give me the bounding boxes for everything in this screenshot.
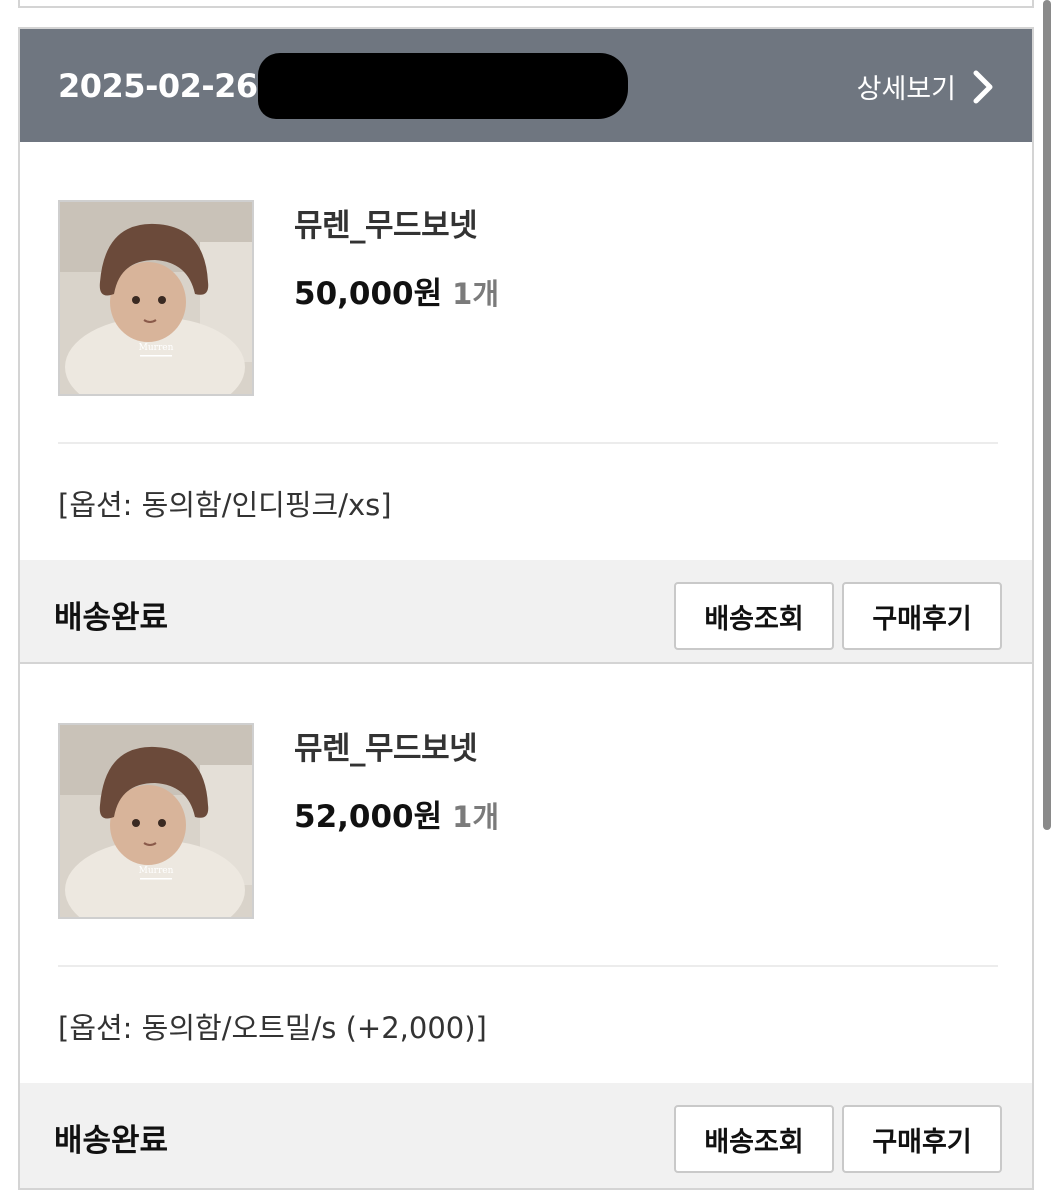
product-thumbnail[interactable]: Murren xyxy=(58,200,254,396)
view-details-label: 상세보기 xyxy=(856,74,956,105)
view-details-link[interactable]: 상세보기 xyxy=(857,67,998,106)
delivery-status-bar: 배송완료 배송조회 구매후기 xyxy=(20,560,1032,664)
previous-order-card-edge xyxy=(18,0,1034,8)
redacted-area xyxy=(258,53,628,119)
product-quantity: 1개 xyxy=(452,277,500,311)
item-divider xyxy=(58,965,998,967)
price-row: 50,000원 1개 xyxy=(294,268,499,313)
photo-watermark: Murren xyxy=(139,343,174,353)
product-photo: Murren xyxy=(60,725,252,917)
product-photo: Murren xyxy=(60,202,252,394)
item-divider xyxy=(58,442,998,444)
price-row: 52,000원 1개 xyxy=(294,791,499,836)
product-price: 50,000원 xyxy=(294,276,443,312)
order-header: 2025-02-26 ( 상세보기 xyxy=(20,29,1032,142)
delivery-status: 배송완료 xyxy=(54,600,169,636)
delivery-status-bar: 배송완료 배송조회 구매후기 xyxy=(20,1083,1032,1188)
delivery-status: 배송완료 xyxy=(54,1123,169,1159)
order-date: 2025-02-26 ( xyxy=(58,67,283,105)
product-quantity: 1개 xyxy=(452,800,500,834)
track-delivery-button[interactable]: 배송조회 xyxy=(674,1105,834,1173)
scrollbar[interactable] xyxy=(1039,0,1055,1200)
write-review-button[interactable]: 구매후기 xyxy=(842,582,1002,650)
product-option: [옵션: 동의함/인디핑크/xs] xyxy=(58,488,392,522)
scrollbar-thumb[interactable] xyxy=(1043,0,1051,830)
chevron-right-icon xyxy=(973,70,993,103)
write-review-button[interactable]: 구매후기 xyxy=(842,1105,1002,1173)
product-name[interactable]: 뮤렌_무드보넷 xyxy=(294,200,478,245)
order-card: 2025-02-26 ( 상세보기 Murren 뮤렌_무드보넷 50,000원… xyxy=(18,27,1034,1190)
photo-watermark: Murren xyxy=(139,866,174,876)
product-option: [옵션: 동의함/오트밀/s (+2,000)] xyxy=(58,1011,487,1045)
track-delivery-button[interactable]: 배송조회 xyxy=(674,582,834,650)
product-price: 52,000원 xyxy=(294,799,443,835)
product-name[interactable]: 뮤렌_무드보넷 xyxy=(294,723,478,768)
product-thumbnail[interactable]: Murren xyxy=(58,723,254,919)
